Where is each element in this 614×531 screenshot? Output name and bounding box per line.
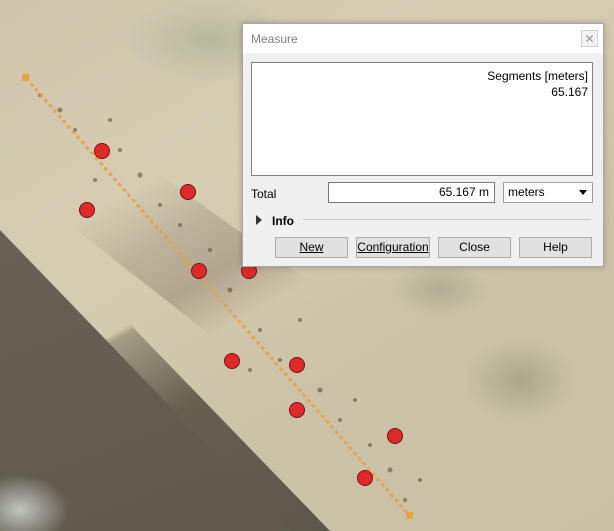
configuration-button-label: Configuration: [357, 240, 429, 254]
segments-column-header: Segments [meters]: [487, 69, 588, 83]
map-point[interactable]: [357, 470, 373, 486]
measure-dialog: Measure ✕ Segments [meters] 65.167 Total…: [242, 23, 604, 267]
help-button[interactable]: Help: [519, 237, 592, 258]
map-point[interactable]: [289, 357, 305, 373]
chevron-down-icon: [579, 190, 587, 195]
new-button-label: New: [299, 240, 324, 254]
map-point[interactable]: [79, 202, 95, 218]
close-icon[interactable]: ✕: [581, 30, 598, 47]
map-point[interactable]: [180, 184, 196, 200]
map-point[interactable]: [224, 353, 240, 369]
new-button[interactable]: New: [275, 237, 348, 258]
map-point[interactable]: [289, 402, 305, 418]
total-label: Total: [251, 187, 277, 201]
measure-end-marker: [406, 512, 413, 519]
segments-table[interactable]: Segments [meters] 65.167: [251, 62, 593, 176]
dialog-title: Measure: [251, 32, 298, 46]
map-point[interactable]: [191, 263, 207, 279]
close-button[interactable]: Close: [438, 237, 511, 258]
total-field[interactable]: 65.167 m: [328, 182, 495, 203]
map-point[interactable]: [94, 143, 110, 159]
info-label: Info: [272, 214, 294, 228]
segment-value[interactable]: 65.167: [551, 85, 588, 99]
info-divider: [303, 219, 591, 220]
map-point[interactable]: [387, 428, 403, 444]
dialog-titlebar[interactable]: Measure ✕: [243, 24, 603, 53]
units-selected-value: meters: [508, 185, 545, 199]
expand-triangle-icon: [256, 215, 262, 225]
measure-start-marker: [22, 74, 29, 81]
units-dropdown[interactable]: meters: [503, 182, 593, 203]
configuration-button[interactable]: Configuration: [356, 237, 430, 258]
